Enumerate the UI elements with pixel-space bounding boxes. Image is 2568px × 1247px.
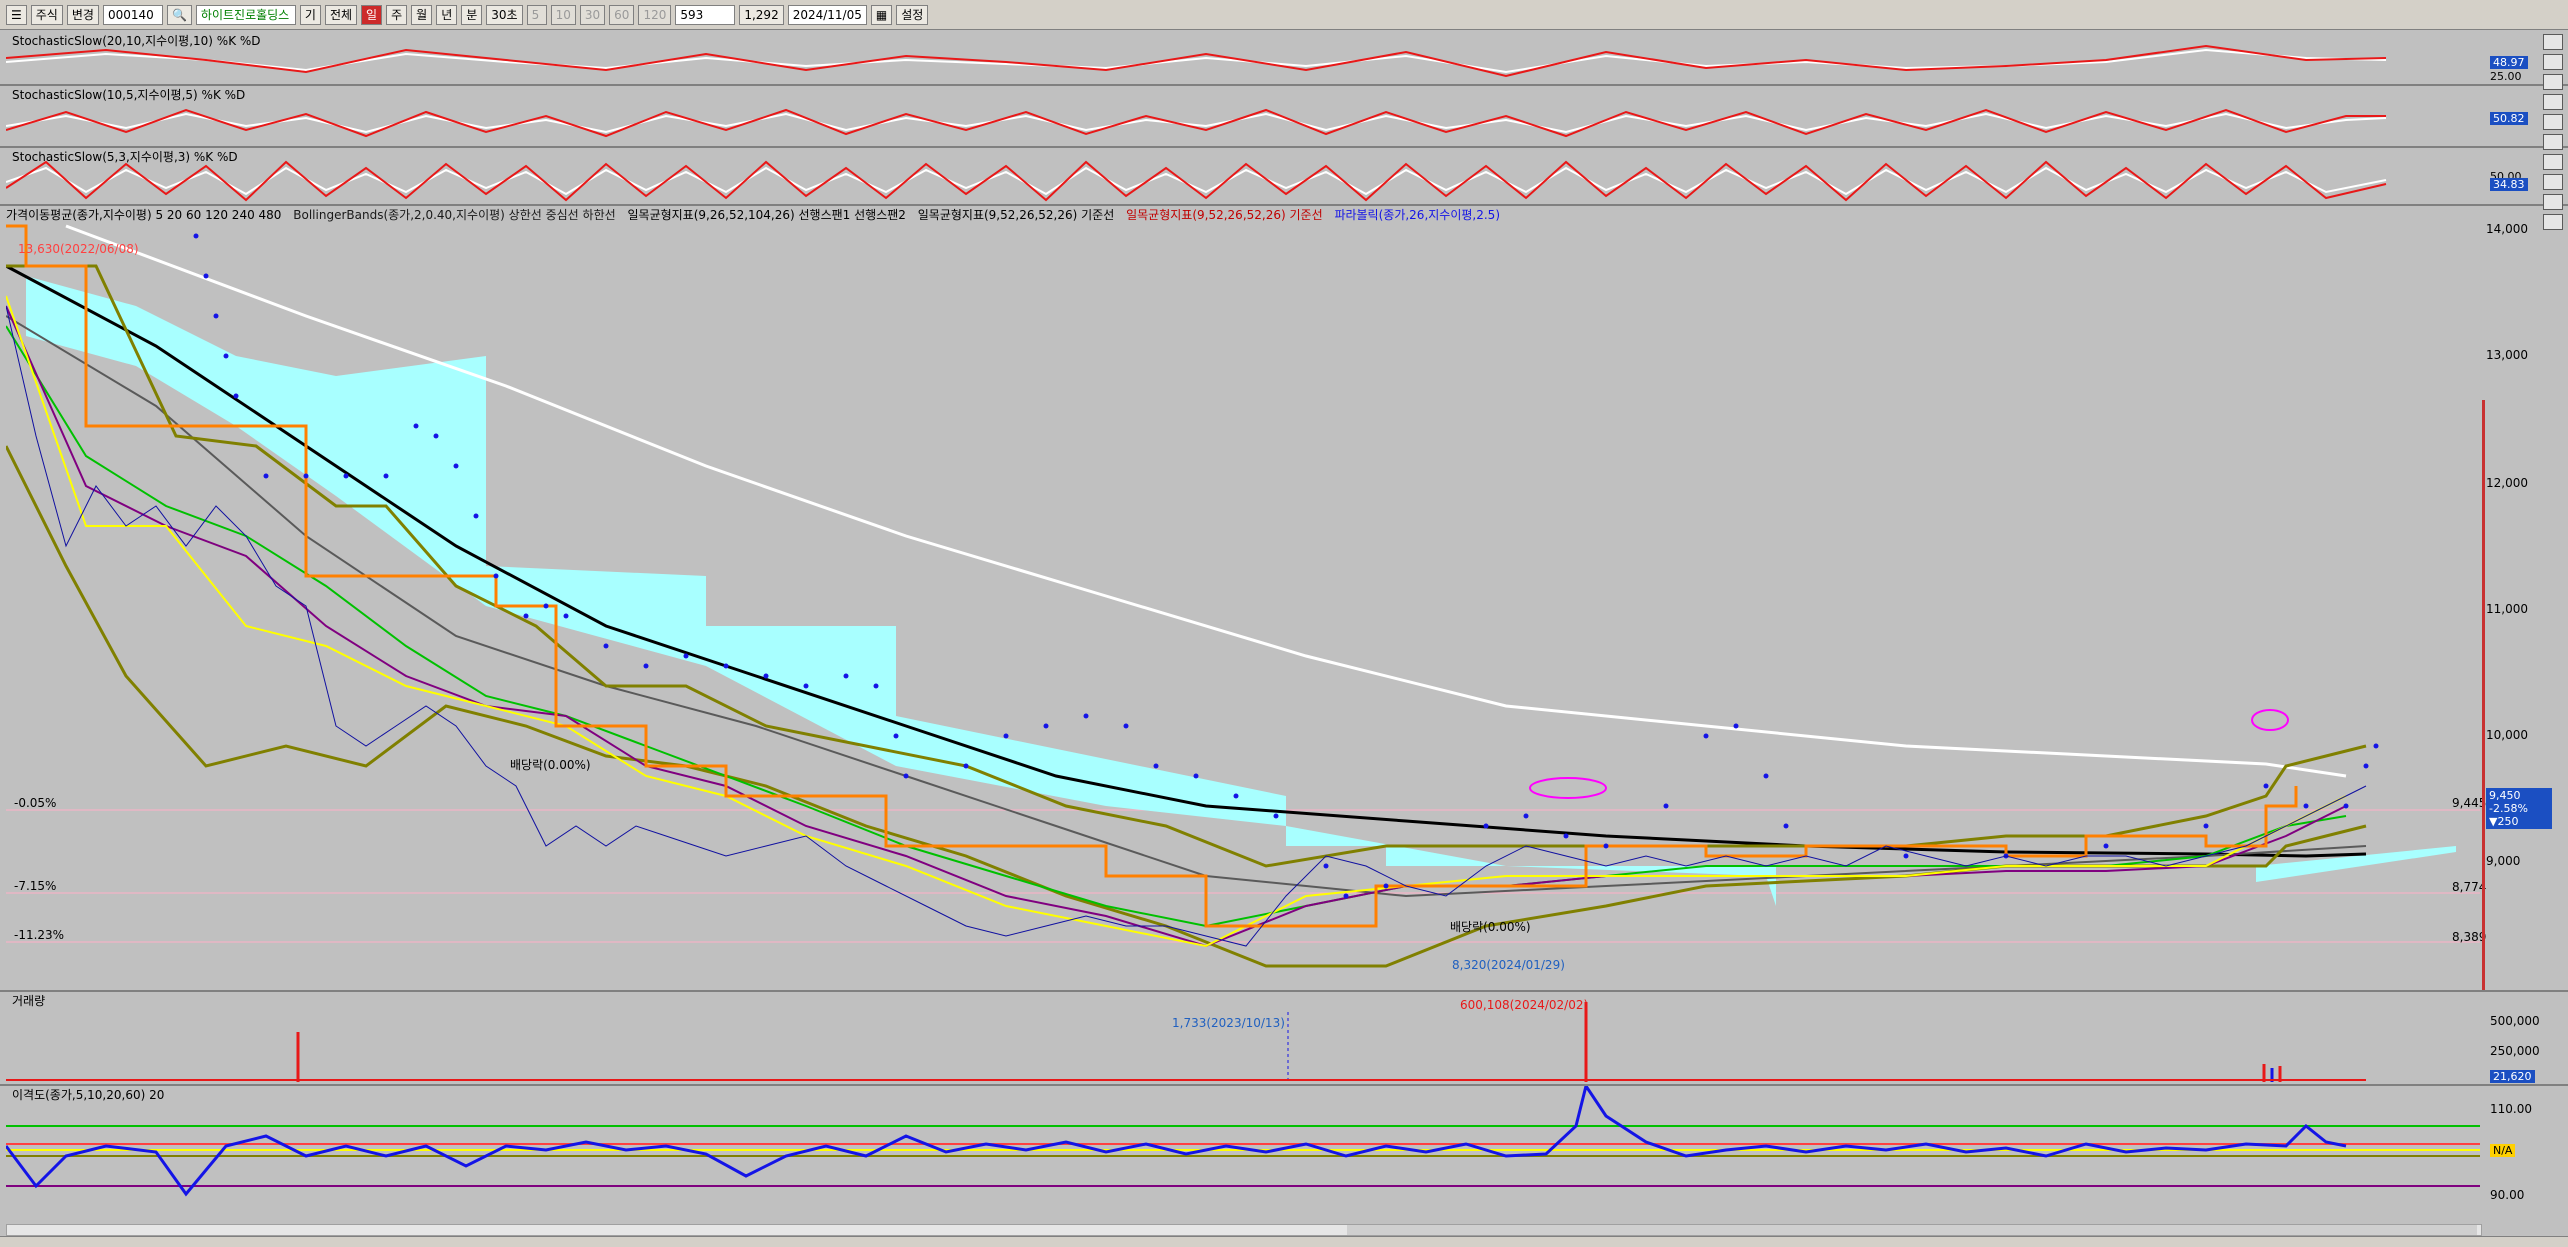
- dividend-annotation-1: 배당락(0.00%): [510, 758, 591, 772]
- period-month-button[interactable]: 월: [411, 4, 433, 25]
- disparity-tick: 110.00: [2490, 1102, 2532, 1116]
- pct-label-2: -7.15%: [14, 879, 57, 893]
- period-minute-button[interactable]: 분: [461, 4, 483, 25]
- low-annotation: 8,320(2024/01/29): [1452, 958, 1565, 972]
- minute-5-button[interactable]: 5: [526, 4, 547, 25]
- stoch-1-value: 48.97: [2490, 56, 2528, 69]
- price-axis[interactable]: 14,000 13,000 12,000 11,000 10,000 9,000…: [2480, 206, 2568, 990]
- period-year-button[interactable]: 년: [436, 4, 458, 25]
- rect-tool-icon[interactable]: [2543, 134, 2563, 150]
- stoch-3-value: 34.83: [2490, 178, 2528, 191]
- stoch-2-title: StochasticSlow(10,5,지수이평,5) %K %D: [12, 88, 246, 102]
- current-price: 9,450: [2489, 789, 2521, 802]
- pen-tool-icon[interactable]: [2543, 94, 2563, 110]
- volume-chart: [6, 1002, 2366, 1082]
- pct-label-1: -0.05%: [14, 796, 57, 810]
- circle-tool-icon[interactable]: [2543, 114, 2563, 130]
- dividend-annotation-2: 배당락(0.00%): [1450, 920, 1531, 934]
- disparity-chart: [6, 1086, 2480, 1197]
- minute-30-button[interactable]: 30: [579, 4, 606, 25]
- minute-60-button[interactable]: 60: [609, 4, 635, 25]
- base-button[interactable]: 기: [299, 4, 321, 25]
- price-tick: 10,000: [2486, 728, 2528, 742]
- save-tool-icon[interactable]: [2543, 214, 2563, 230]
- stock-name-field: 하이트진로홀딩스: [195, 4, 296, 25]
- price-tick: 11,000: [2486, 602, 2528, 616]
- period-day-button[interactable]: 일: [361, 4, 383, 25]
- cursor-tool-icon[interactable]: [2543, 34, 2563, 50]
- stoch-3-title: StochasticSlow(5,3,지수이평,3) %K %D: [12, 150, 238, 164]
- disparity-tag: N/A: [2490, 1144, 2516, 1157]
- price-tick: 9,000: [2486, 854, 2521, 868]
- stoch-3-chart: [5, 160, 2387, 202]
- date-input[interactable]: 2024/11/05: [787, 4, 867, 25]
- display-count-input[interactable]: 593: [675, 4, 736, 25]
- text-tool-icon[interactable]: [2543, 154, 2563, 170]
- stoch-panel-2: StochasticSlow(10,5,지수이평,5) %K %D: [5, 86, 2480, 146]
- minute-120-button[interactable]: 120: [638, 4, 672, 25]
- horizontal-scrollbar[interactable]: [6, 1224, 2482, 1236]
- stoch-1-chart: [5, 44, 2387, 78]
- settings-button[interactable]: 설정: [896, 4, 929, 25]
- period-week-button[interactable]: 주: [386, 4, 408, 25]
- stoch-1-title: StochasticSlow(20,10,지수이평,10) %K %D: [12, 34, 261, 48]
- price-change: -2.58%: [2489, 802, 2528, 815]
- trend-tool-icon[interactable]: [2543, 74, 2563, 90]
- volume-tag: 21,620: [2490, 1070, 2535, 1083]
- total-count-label: 1,292: [739, 4, 784, 25]
- line-tool-icon[interactable]: [2543, 54, 2563, 70]
- volume-tick: 250,000: [2490, 1044, 2540, 1058]
- price-panel: 가격이동평균(종가,지수이평) 5 20 60 120 240 480 Boll…: [6, 206, 2480, 990]
- stoch-2-value: 50.82: [2490, 112, 2528, 125]
- price-tick: 12,000: [2486, 476, 2528, 490]
- fib-tool-icon[interactable]: [2543, 174, 2563, 190]
- stoch-panel-1: StochasticSlow(20,10,지수이평,10) %K %D: [5, 32, 2480, 82]
- price-range-bar: [2482, 400, 2485, 990]
- current-price-tag: 9,450 -2.58% ▼250: [2486, 788, 2552, 829]
- stoch-panel-3: StochasticSlow(5,3,지수이평,3) %K %D: [5, 148, 2480, 204]
- drawing-toolbar: [2540, 30, 2566, 280]
- volume-tick: 500,000: [2490, 1014, 2540, 1028]
- market-type-button[interactable]: 주식: [30, 4, 63, 25]
- volume-max-annotation: 600,108(2024/02/02): [1460, 998, 1589, 1012]
- stoch-2-chart: [5, 108, 2387, 138]
- volume-panel: 거래량 1,733(2023/10/13) 600,108(2024/02/02…: [6, 992, 2480, 1084]
- pct-label-3: -11.23%: [14, 928, 65, 942]
- menu-icon[interactable]: ☰: [6, 4, 27, 25]
- volume-min-annotation: 1,733(2023/10/13): [1172, 1016, 1285, 1030]
- price-tick: 13,000: [2486, 348, 2528, 362]
- period-30sec-button[interactable]: 30초: [486, 4, 523, 25]
- price-tick: 14,000: [2486, 222, 2528, 236]
- chart-toolbar: ☰ 주식 변경 000140 🔍 하이트진로홀딩스 기 전체 일 주 월 년 분…: [0, 0, 2568, 30]
- stock-code-input[interactable]: 000140: [102, 4, 163, 25]
- status-bar: [0, 1236, 2568, 1247]
- disparity-panel: 이격도(종가,5,10,20,60) 20: [6, 1086, 2480, 1222]
- all-button[interactable]: 전체: [324, 4, 358, 25]
- erase-tool-icon[interactable]: [2543, 194, 2563, 210]
- minute-10-button[interactable]: 10: [550, 4, 576, 25]
- high-annotation: 13,630(2022/06/08): [18, 242, 139, 256]
- disparity-tick: 90.00: [2490, 1188, 2525, 1202]
- change-button[interactable]: 변경: [66, 4, 99, 25]
- stoch-1-level: 25.00: [2490, 70, 2522, 83]
- price-chart: [6, 224, 2480, 968]
- search-icon[interactable]: 🔍: [166, 4, 192, 25]
- price-diff: ▼250: [2489, 815, 2519, 828]
- calendar-icon[interactable]: ▦: [870, 4, 893, 25]
- scrollbar-thumb[interactable]: [1347, 1225, 2477, 1235]
